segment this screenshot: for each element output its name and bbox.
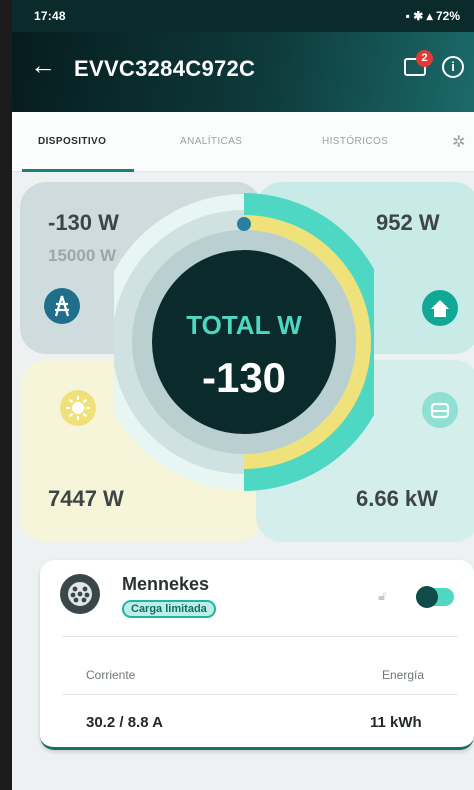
home-icon (422, 290, 458, 326)
tab-bar: DISPOSITIVO ANALÍTICAS HISTÓRICOS ✲ (12, 112, 474, 172)
sun-icon (60, 390, 96, 426)
total-label: TOTAL W (186, 310, 302, 340)
energy-value: 11 kWh (370, 714, 422, 731)
energy-label: Energía (382, 668, 425, 682)
power-tower-icon (44, 288, 80, 324)
app-screen: 17:48 ▪ ✱ ▴ 72% ← EVVC3284C972C 2 i DISP… (12, 0, 474, 790)
status-bar: 17:48 ▪ ✱ ▴ 72% (12, 0, 474, 32)
grid-power-value: -130 W (48, 210, 119, 235)
gauge-center (152, 250, 336, 434)
notification-badge: 2 (416, 50, 433, 67)
solar-power-value: 7447 W (48, 486, 124, 511)
lock-icon[interactable]: 🔓︎ (378, 588, 394, 604)
total-value: -130 (202, 354, 286, 401)
current-label: Corriente (86, 668, 136, 682)
app-bar: ← EVVC3284C972C 2 i (12, 32, 474, 112)
back-arrow-icon[interactable]: ← (30, 52, 56, 78)
home-power-value: 952 W (376, 210, 440, 235)
info-icon[interactable]: i (442, 56, 464, 78)
active-tab-indicator (22, 169, 134, 172)
device-title: EVVC3284C972C (74, 56, 256, 81)
tab-dispositivo[interactable]: DISPOSITIVO (38, 136, 106, 147)
grid-marker (237, 217, 251, 231)
divider (62, 694, 458, 695)
status-time: 17:48 (34, 9, 66, 23)
tab-analiticas[interactable]: ANALÍTICAS (180, 136, 242, 147)
status-battery: ▪ ✱ ▴ 72% (405, 9, 460, 23)
ev-power-value: 6.66 kW (356, 486, 438, 511)
gear-icon[interactable]: ✲ (452, 132, 465, 152)
total-power-gauge: TOTAL W -130 (114, 193, 374, 491)
toggle-knob (416, 586, 438, 608)
charger-name: Mennekes (122, 574, 210, 594)
charger-card[interactable]: Mennekes Carga limitada 🔓︎ Corriente Ene… (40, 560, 474, 750)
car-icon (422, 392, 458, 428)
divider (62, 636, 458, 637)
notifications-icon[interactable]: 2 (404, 50, 433, 76)
battery-level: 72% (435, 9, 460, 23)
grid-limit-value: 15000 W (48, 246, 117, 265)
tab-historicos[interactable]: HISTÓRICOS (322, 136, 388, 147)
current-value: 30.2 / 8.8 A (86, 714, 163, 731)
plug-icon (60, 574, 100, 614)
charger-toggle[interactable] (416, 586, 454, 608)
charger-status-badge: Carga limitada (122, 600, 216, 618)
